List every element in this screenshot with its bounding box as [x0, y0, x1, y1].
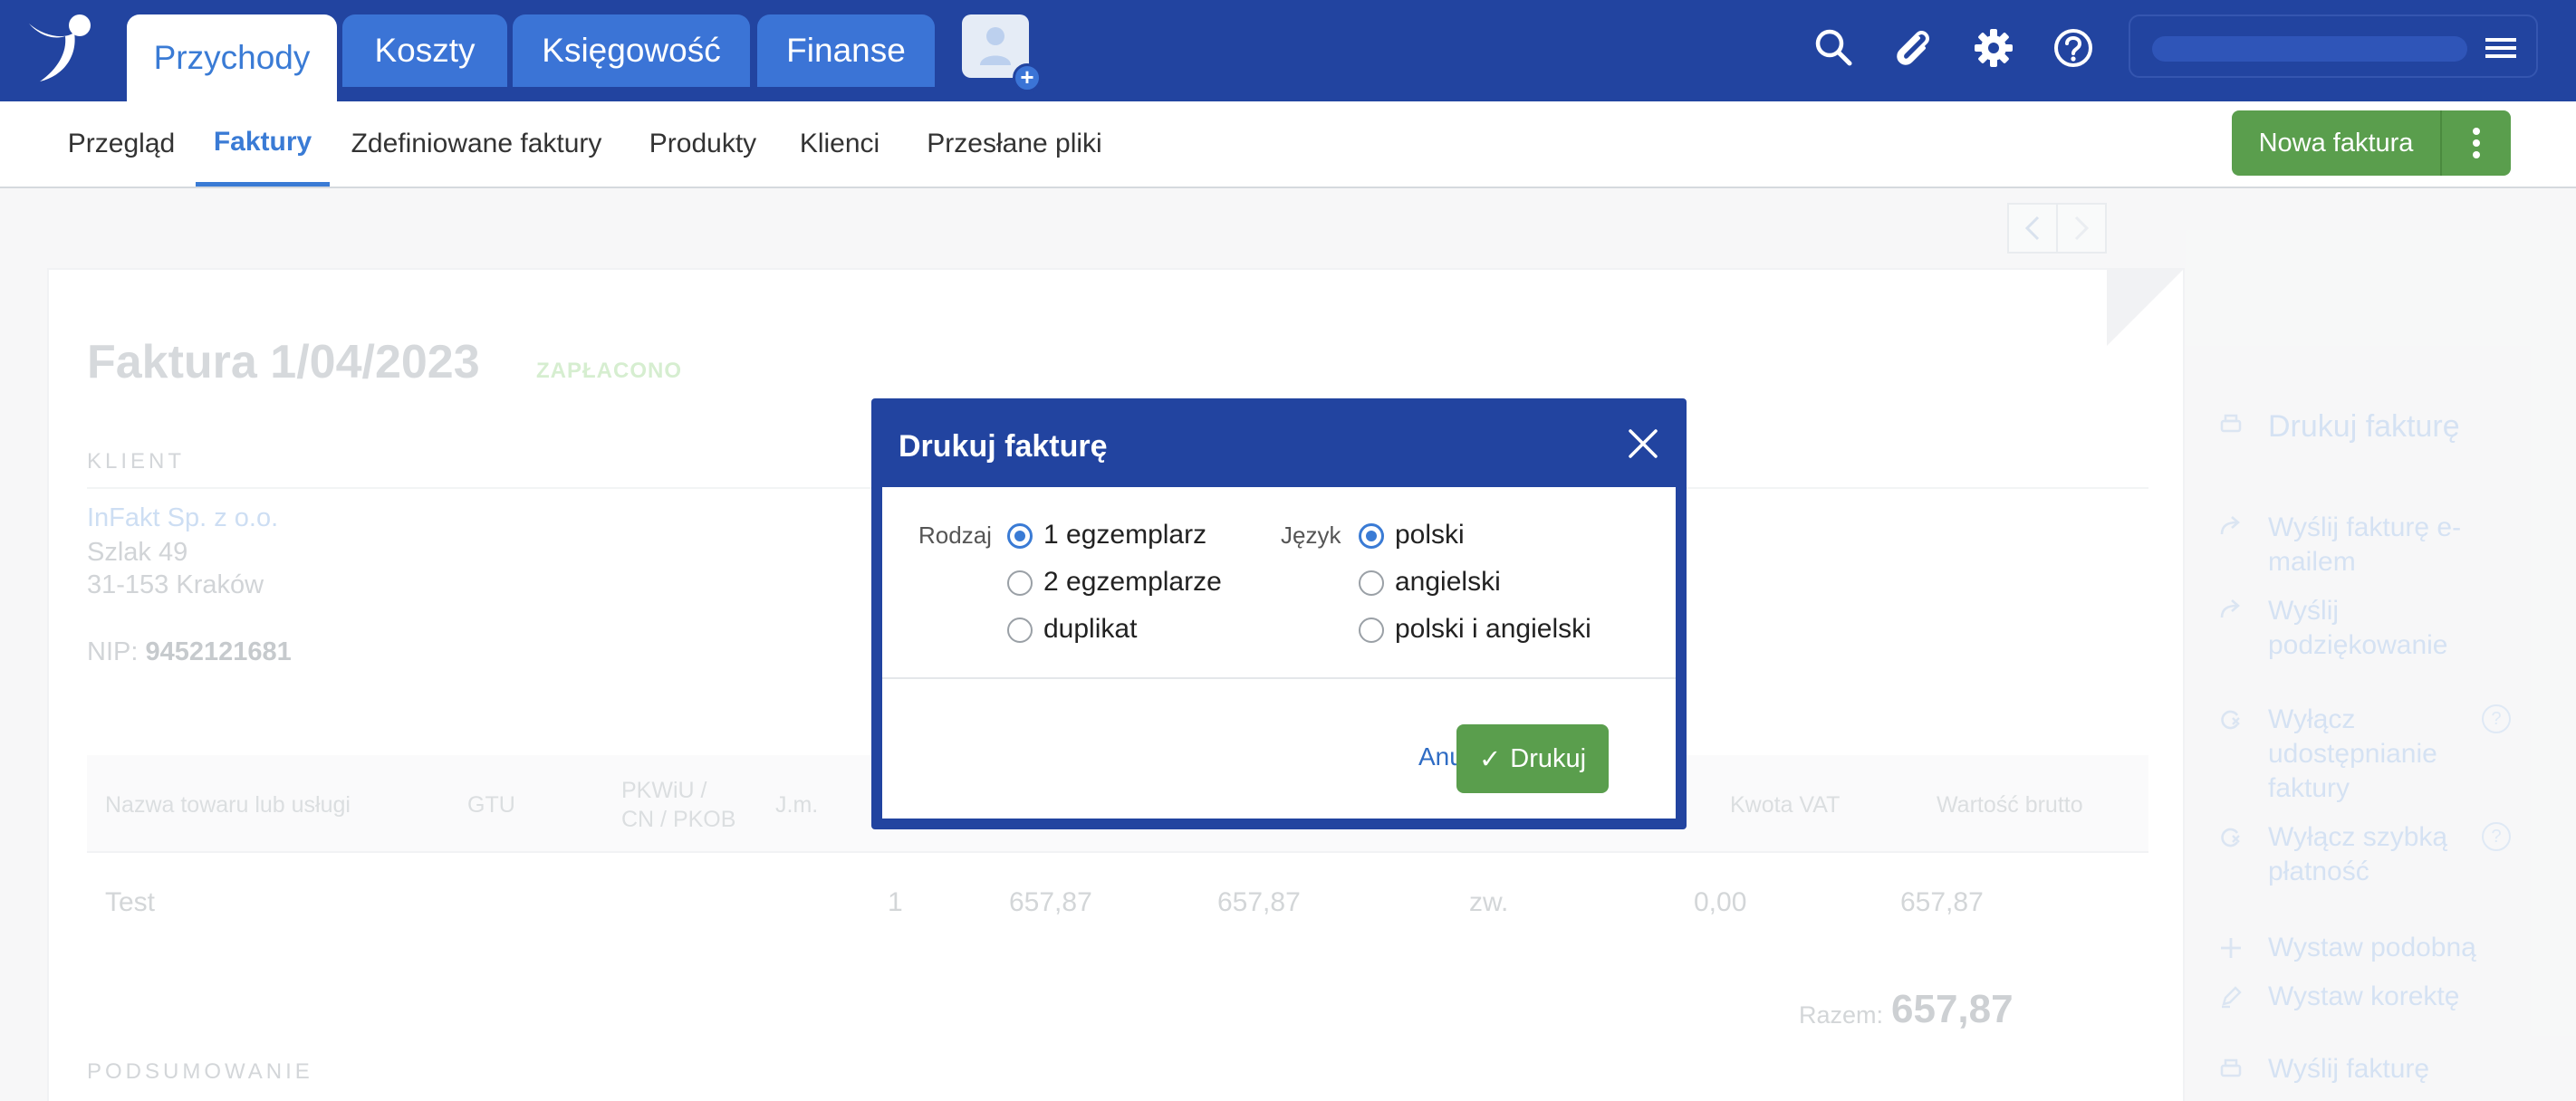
top-bar: Przychody Koszty Księgowość Finanse +: [0, 0, 2576, 101]
radio-english-label[interactable]: angielski: [1395, 567, 1501, 598]
subnav-przeglad[interactable]: Przegląd: [54, 101, 188, 187]
radio-duplicate[interactable]: [1007, 618, 1033, 643]
tab-przychody[interactable]: Przychody: [127, 14, 337, 101]
radio-polish-english-label[interactable]: polski i angielski: [1395, 614, 1591, 645]
hamburger-icon[interactable]: [2485, 36, 2516, 60]
print-invoice-dialog: Drukuj fakturę Rodzaj 1 egzemplarz 2 egz…: [871, 398, 1687, 829]
paperclip-icon[interactable]: [1891, 25, 1937, 71]
language-label: Język: [1281, 522, 1341, 549]
tab-ksiegowosc[interactable]: Księgowość: [513, 14, 750, 87]
plus-icon: +: [1013, 63, 1042, 92]
radio-1-copy-label[interactable]: 1 egzemplarz: [1043, 520, 1206, 550]
tab-finanse[interactable]: Finanse: [757, 14, 935, 87]
print-button[interactable]: ✓ Drukuj: [1456, 724, 1609, 793]
more-options-button[interactable]: [2442, 110, 2511, 176]
radio-duplicate-label[interactable]: duplikat: [1043, 614, 1137, 645]
check-icon: ✓: [1478, 744, 1502, 774]
tab-koszty[interactable]: Koszty: [342, 14, 507, 87]
subnav-klienci[interactable]: Klienci: [792, 101, 888, 187]
print-button-label: Drukuj: [1510, 743, 1587, 773]
user-icon: [980, 27, 1011, 65]
dialog-title: Drukuj fakturę: [899, 429, 1108, 464]
radio-1-copy[interactable]: [1007, 523, 1033, 549]
radio-2-copies[interactable]: [1007, 570, 1033, 596]
dialog-divider: [882, 677, 1676, 679]
search-icon[interactable]: [1812, 25, 1857, 71]
account-switcher[interactable]: [2129, 14, 2538, 78]
type-label: Rodzaj: [918, 522, 992, 549]
dialog-body: Rodzaj 1 egzemplarz 2 egzemplarze duplik…: [882, 487, 1676, 819]
help-icon[interactable]: [2051, 25, 2096, 71]
subnav-faktury[interactable]: Faktury: [196, 101, 330, 187]
infakt-logo-icon[interactable]: [27, 13, 96, 85]
gear-icon[interactable]: [1971, 25, 2016, 71]
subnav-zdefiniowane-faktury[interactable]: Zdefiniowane faktury: [342, 101, 610, 187]
radio-polish-english[interactable]: [1359, 618, 1384, 643]
sub-navigation: Przegląd Faktury Zdefiniowane faktury Pr…: [0, 101, 2576, 188]
add-user-button[interactable]: +: [962, 14, 1042, 92]
account-name-placeholder: [2152, 36, 2467, 62]
radio-english[interactable]: [1359, 570, 1384, 596]
subnav-przeslane-pliki[interactable]: Przesłane pliki: [915, 101, 1114, 187]
new-invoice-button[interactable]: Nowa faktura: [2232, 110, 2511, 176]
kebab-icon: [2473, 128, 2480, 158]
subnav-produkty[interactable]: Produkty: [638, 101, 768, 187]
close-icon[interactable]: [1625, 426, 1661, 462]
new-invoice-label[interactable]: Nowa faktura: [2232, 110, 2440, 176]
radio-polish[interactable]: [1359, 523, 1384, 549]
radio-polish-label[interactable]: polski: [1395, 520, 1465, 550]
radio-2-copies-label[interactable]: 2 egzemplarze: [1043, 567, 1222, 598]
